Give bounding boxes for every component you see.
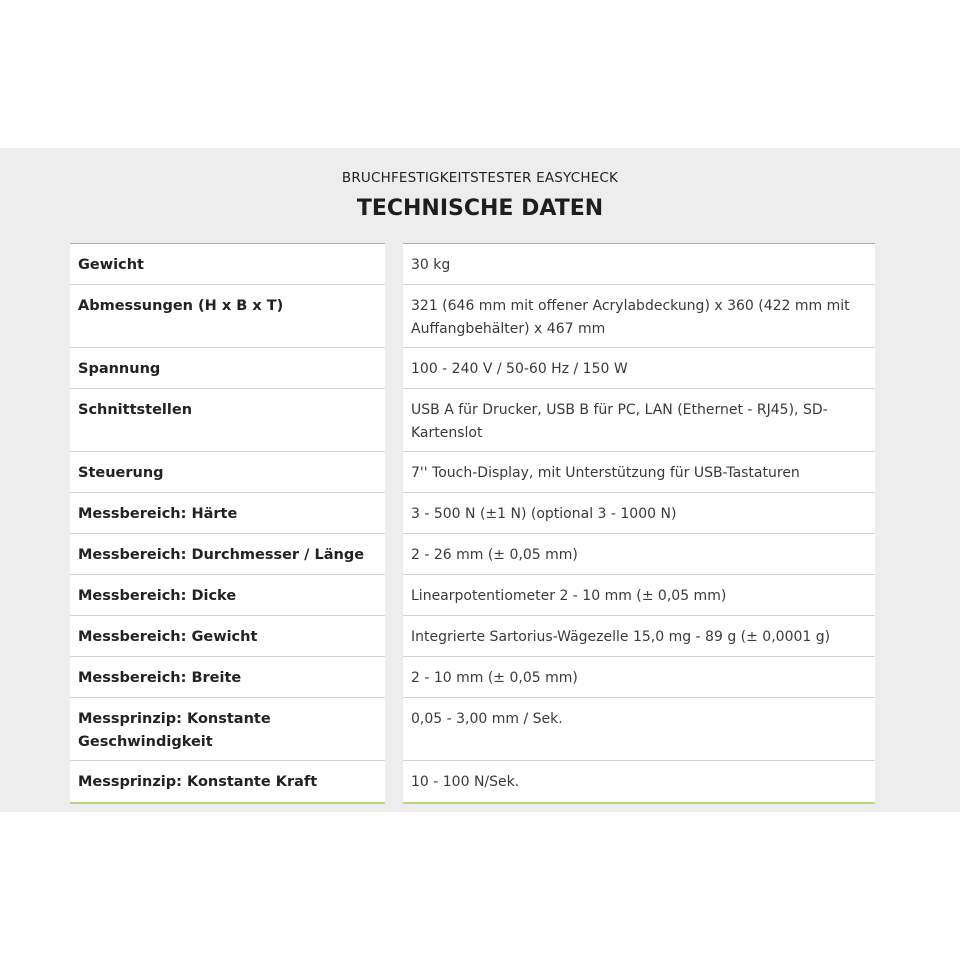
spec-value: 3 - 500 N (±1 N) (optional 3 - 1000 N) — [403, 493, 875, 534]
spec-value: Integrierte Sartorius-Wägezelle 15,0 mg … — [403, 616, 875, 657]
spec-label: Abmessungen (H x B x T) — [70, 285, 385, 348]
spec-label: Messbereich: Breite — [70, 657, 385, 698]
spec-value: USB A für Drucker, USB B für PC, LAN (Et… — [403, 389, 875, 452]
spec-label: Steuerung — [70, 452, 385, 493]
spec-value: 0,05 - 3,00 mm / Sek. — [403, 698, 875, 761]
spec-value: 2 - 26 mm (± 0,05 mm) — [403, 534, 875, 575]
spec-value: 10 - 100 N/Sek. — [411, 774, 520, 790]
spec-value: 7'' Touch-Display, mit Unterstützung für… — [403, 452, 875, 493]
spec-label: Spannung — [70, 348, 385, 389]
spec-value: 100 - 240 V / 50-60 Hz / 150 W — [403, 348, 875, 389]
spec-label: Messbereich: Härte — [70, 493, 385, 534]
spec-value: Linearpotentiometer 2 - 10 mm (± 0,05 mm… — [403, 575, 875, 616]
product-subtitle: BRUCHFESTIGKEITSTESTER EASYCHECK — [341, 170, 619, 186]
spec-values-column: 30 kg 321 (646 mm mit offener Acrylabdeck… — [403, 243, 875, 804]
spec-value: 321 (646 mm mit offener Acrylabdeckung) … — [403, 285, 875, 348]
spec-label: Messbereich: Durchmesser / Länge — [70, 534, 385, 575]
spec-label: Messprinzip: Konstante Kraft — [78, 774, 318, 790]
spec-label: Schnittstellen — [70, 389, 385, 452]
page-title: TECHNISCHE DATEN — [356, 196, 604, 221]
spec-value: 30 kg — [403, 244, 875, 285]
spec-value: 2 - 10 mm (± 0,05 mm) — [403, 657, 875, 698]
spec-label: Gewicht — [70, 244, 385, 285]
spec-label: Messbereich: Gewicht — [70, 616, 385, 657]
spec-labels-column: Gewicht Abmessungen (H x B x T) Spannung Sc… — [70, 243, 385, 804]
spec-label: Messprinzip: Konstante Geschwindigkeit — [70, 698, 385, 761]
spec-label: Messbereich: Dicke — [70, 575, 385, 616]
